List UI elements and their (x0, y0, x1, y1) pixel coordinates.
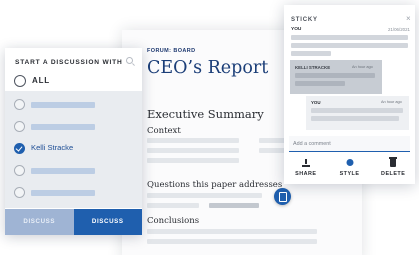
reply-author: KELLI STRACKE (295, 65, 331, 70)
reply-time: An hour ago (352, 65, 373, 69)
text-line (147, 239, 317, 244)
share-button[interactable]: SHARE (284, 156, 328, 182)
sticky-actions: SHARE STYLE DELETE (284, 156, 415, 182)
reply-text-line (295, 81, 345, 86)
text-line (147, 148, 239, 153)
own-reply-author: YOU (311, 100, 321, 105)
participant-name-placeholder (31, 190, 95, 196)
color-dot-icon (346, 159, 353, 166)
own-reply-time: An hour ago (381, 100, 402, 104)
comment-input[interactable]: Add a comment (289, 136, 410, 152)
note-author: YOU (291, 27, 302, 32)
forum-label: FORUM: BOARD (147, 48, 196, 54)
participant-item-selected[interactable]: Kelli Stracke (5, 138, 142, 160)
style-button[interactable]: STYLE (328, 156, 372, 182)
delete-label: DELETE (381, 171, 406, 177)
text-line (147, 203, 199, 208)
radio-icon[interactable] (14, 99, 25, 110)
participant-name-placeholder (31, 102, 95, 108)
subsection-context: Context (147, 126, 181, 136)
subsection-conclusions: Conclusions (147, 216, 200, 226)
note-text-line (291, 43, 408, 48)
own-reply-text-line (311, 116, 399, 121)
check-icon[interactable] (14, 143, 25, 154)
discussion-footer: DISCUSS DISCUSS (5, 209, 142, 235)
own-reply-text-line (311, 108, 403, 113)
note-text-line (291, 35, 408, 40)
close-icon[interactable]: × (406, 14, 411, 23)
style-label: STYLE (339, 171, 360, 177)
participant-item[interactable] (5, 116, 142, 138)
share-icon (301, 159, 310, 167)
discuss-button-disabled[interactable]: DISCUSS (5, 209, 74, 235)
option-all[interactable]: ALL (5, 70, 142, 90)
participant-name-placeholder (31, 168, 95, 174)
participant-list: Kelli Stracke (5, 91, 142, 208)
text-line (147, 229, 317, 234)
text-line (147, 193, 262, 198)
radio-icon[interactable] (14, 187, 25, 198)
participant-item[interactable] (5, 160, 142, 182)
text-line (147, 158, 239, 163)
discussion-header: START A DISCUSSION WITH (15, 59, 123, 66)
document-title: CEO’s Report (147, 58, 269, 78)
note-date: 21/06/2021 (388, 27, 410, 32)
section-heading: Executive Summary (147, 107, 264, 121)
delete-button[interactable]: DELETE (371, 156, 415, 182)
trash-icon (389, 157, 398, 167)
sticky-header: STICKY (291, 17, 318, 23)
subsection-questions: Questions this paper addresses (147, 180, 283, 190)
participant-item[interactable] (5, 94, 142, 116)
discussion-panel: START A DISCUSSION WITH ALL Kelli Strack… (5, 48, 142, 235)
reply-bubble: KELLI STRACKE An hour ago (290, 60, 382, 94)
reply-text-line (295, 73, 375, 78)
share-label: SHARE (295, 171, 317, 177)
option-all-label: ALL (32, 76, 50, 85)
participant-name-placeholder (31, 124, 95, 130)
note-text-line (291, 51, 331, 56)
text-line (147, 138, 239, 143)
participant-name: Kelli Stracke (31, 143, 74, 152)
add-note-button[interactable] (274, 188, 291, 205)
radio-icon[interactable] (14, 121, 25, 132)
radio-icon[interactable] (14, 165, 25, 176)
search-icon[interactable] (126, 57, 133, 64)
radio-icon[interactable] (14, 75, 26, 87)
text-line (209, 203, 259, 208)
participant-item[interactable] (5, 182, 142, 204)
own-reply-bubble: YOU An hour ago (306, 96, 409, 130)
sticky-note-panel: STICKY × YOU 21/06/2021 KELLI STRACKE An… (284, 5, 415, 184)
discuss-button[interactable]: DISCUSS (73, 209, 142, 235)
